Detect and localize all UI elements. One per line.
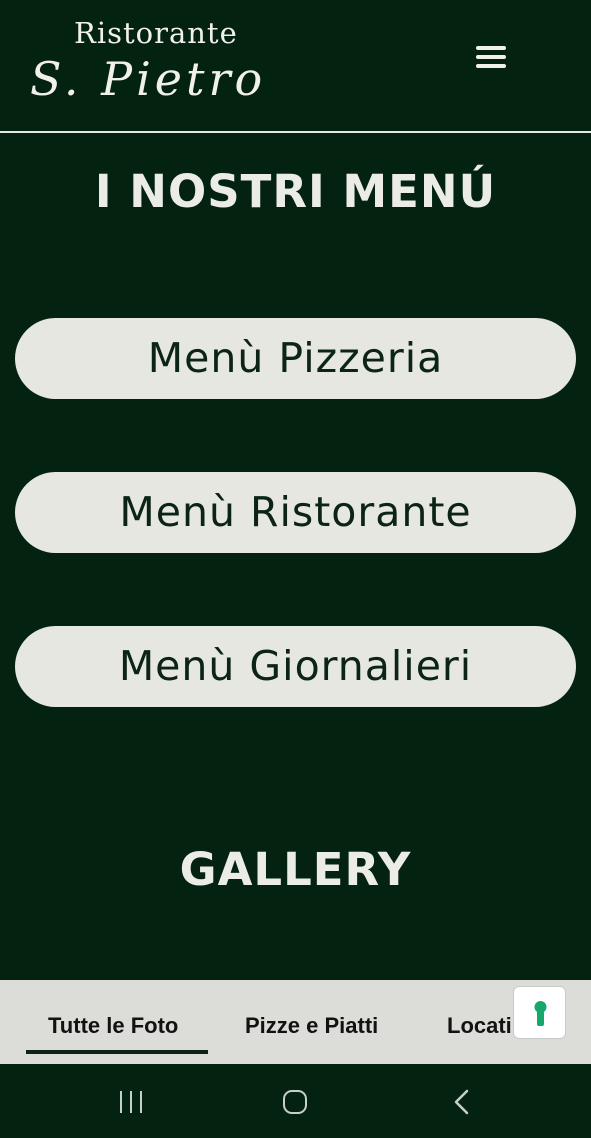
hamburger-menu-icon[interactable] <box>474 44 508 70</box>
menu-giornalieri-button[interactable]: Menù Giornalieri <box>15 626 576 707</box>
site-header: Ristorante S. Pietro <box>0 0 591 131</box>
header-divider <box>0 131 591 133</box>
logo-line-name[interactable]: S. Pietro <box>30 52 266 106</box>
menu-pizzeria-button[interactable]: Menù Pizzeria <box>15 318 576 399</box>
tab-pizze-e-piatti[interactable]: Pizze e Piatti <box>245 1013 378 1039</box>
recent-apps-icon[interactable] <box>117 1088 145 1120</box>
active-tab-indicator <box>26 1050 208 1054</box>
home-icon[interactable] <box>281 1088 309 1120</box>
tab-location[interactable]: Locati <box>447 1013 512 1039</box>
gallery-filter-tabs: Tutte le Foto Pizze e Piatti Locati <box>0 980 591 1064</box>
system-nav-bar <box>0 1064 591 1138</box>
back-icon[interactable] <box>448 1088 476 1120</box>
gallery-title: GALLERY <box>179 843 412 896</box>
menu-ristorante-button[interactable]: Menù Ristorante <box>15 472 576 553</box>
keyhole-icon <box>534 1001 547 1026</box>
tab-tutte-le-foto[interactable]: Tutte le Foto <box>48 1013 178 1039</box>
cookie-settings-button[interactable] <box>513 986 566 1039</box>
logo-line-ristorante[interactable]: Ristorante <box>74 16 238 50</box>
menus-section-title: I NOSTRI MENÚ <box>94 165 497 218</box>
